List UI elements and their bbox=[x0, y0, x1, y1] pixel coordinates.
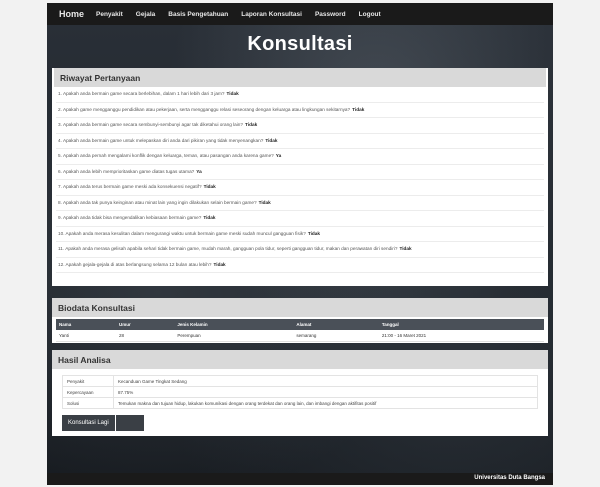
answer-text: Ya bbox=[275, 153, 282, 158]
nav-basis-pengetahuan[interactable]: Basis Pengetahuan bbox=[168, 11, 228, 18]
nav-laporan-konsultasi[interactable]: Laporan Konsultasi bbox=[241, 11, 302, 18]
question-text: 5. Apakah anda pernah mengalami konflik … bbox=[58, 153, 274, 158]
page-title: Konsultasi bbox=[247, 33, 353, 55]
label-penyakit: Penyakit bbox=[62, 375, 114, 387]
question-text: 12. Apakah gejala-gejala di atas berlang… bbox=[58, 261, 212, 267]
answer-text: Tidak bbox=[226, 91, 239, 96]
header-alamat: Alamat bbox=[293, 319, 379, 330]
answer-text: Tidak bbox=[265, 137, 278, 143]
riwayat-panel: Riwayat Pertanyaan 1. Apakah anda bermai… bbox=[52, 68, 548, 286]
question-text: 7. Apakah anda terus bermain game meski … bbox=[58, 184, 202, 189]
table-row: Kepercayaan 87.75% bbox=[62, 386, 538, 398]
list-item: 7. Apakah anda terus bermain game meski … bbox=[56, 180, 544, 196]
list-item: 2. Apakah game mengganggu pendidikan ata… bbox=[56, 103, 544, 118]
biodata-header-row: Nama Umur Jenis Kelamin Alamat Tanggal bbox=[56, 319, 544, 330]
list-item: 4. Apakah anda bermain game untuk melepa… bbox=[56, 134, 544, 149]
question-text: 9. Apakah anda tidak bisa mengendalikan … bbox=[58, 215, 202, 220]
list-item: 6. Apakah anda lebih memprioritaskan gam… bbox=[56, 165, 544, 180]
question-text: 3. Apakah anda bermain game secara sembu… bbox=[58, 122, 244, 127]
cell-tanggal: 21:00 - 16 Maret 2021 bbox=[378, 330, 544, 342]
nav-logout[interactable]: Logout bbox=[359, 11, 381, 18]
list-item: 3. Apakah anda bermain game secara sembu… bbox=[56, 118, 544, 134]
app-frame: Home Penyakit Gejala Basis Pengetahuan L… bbox=[47, 3, 553, 485]
answer-text: Tidak bbox=[399, 246, 412, 251]
question-text: 8. Apakah anda tak punya keinginan atau … bbox=[58, 199, 257, 205]
table-row: Yanti 28 Perempuan semarang 21:00 - 16 M… bbox=[56, 330, 544, 342]
footer-text: Universitas Duta Bangsa bbox=[474, 475, 545, 481]
value-penyakit: Kecanduan Game Tingkat Sedang bbox=[113, 375, 538, 387]
hasil-table: Penyakit Kecanduan Game Tingkat Sedang K… bbox=[62, 375, 538, 409]
nav-password[interactable]: Password bbox=[315, 11, 346, 18]
answer-text: Tidak bbox=[307, 230, 320, 236]
list-item: 5. Apakah anda pernah mengalami konflik … bbox=[56, 149, 544, 165]
label-kepercayaan: Kepercayaan bbox=[62, 386, 114, 398]
footer: Universitas Duta Bangsa bbox=[47, 473, 553, 485]
list-item: 1. Apakah anda bermain game secara berle… bbox=[56, 87, 544, 103]
list-item: 8. Apakah anda tak punya keinginan atau … bbox=[56, 196, 544, 211]
cell-nama: Yanti bbox=[56, 330, 116, 342]
secondary-button[interactable] bbox=[115, 415, 144, 431]
list-item: 12. Apakah gejala-gejala di atas berlang… bbox=[56, 258, 544, 273]
biodata-title: Biodata Konsultasi bbox=[52, 298, 548, 317]
table-row: Solusi Temukan makna dan tujuan hidup, l… bbox=[62, 397, 538, 409]
answer-text: Ya bbox=[196, 168, 202, 174]
biodata-panel: Biodata Konsultasi Nama Umur Jenis Kelam… bbox=[52, 298, 548, 343]
hasil-title: Hasil Analisa bbox=[52, 350, 548, 369]
question-text: 10. Apakah anda merasa kesulitan dalam m… bbox=[58, 230, 306, 236]
cell-alamat: semarang bbox=[293, 330, 379, 342]
question-list: 1. Apakah anda bermain game secara berle… bbox=[52, 87, 548, 273]
value-solusi: Temukan makna dan tujuan hidup, lakukan … bbox=[113, 397, 538, 409]
top-nav: Home Penyakit Gejala Basis Pengetahuan L… bbox=[47, 3, 553, 25]
biodata-table: Nama Umur Jenis Kelamin Alamat Tanggal Y… bbox=[56, 319, 544, 342]
list-item: 9. Apakah anda tidak bisa mengendalikan … bbox=[56, 211, 544, 227]
answer-text: Tidak bbox=[245, 122, 258, 127]
answer-text: Tidak bbox=[258, 199, 271, 205]
hasil-panel: Hasil Analisa Penyakit Kecanduan Game Ti… bbox=[52, 350, 548, 436]
riwayat-title-bar: Riwayat Pertanyaan bbox=[54, 68, 546, 87]
question-text: 2. Apakah game mengganggu pendidikan ata… bbox=[58, 106, 351, 112]
table-row: Penyakit Kecanduan Game Tingkat Sedang bbox=[62, 375, 538, 387]
cell-jenis-kelamin: Perempuan bbox=[174, 330, 294, 342]
answer-text: Tidak bbox=[213, 261, 226, 267]
header-jenis-kelamin: Jenis Kelamin bbox=[174, 319, 294, 330]
nav-home[interactable]: Home bbox=[59, 9, 84, 19]
riwayat-title: Riwayat Pertanyaan bbox=[60, 73, 141, 83]
value-kepercayaan: 87.75% bbox=[113, 386, 538, 398]
question-text: 11. Apakah anda merasa gelisah apabila s… bbox=[58, 246, 398, 251]
question-text: 1. Apakah anda bermain game secara berle… bbox=[58, 91, 225, 96]
button-row: Konsultasi Lagi bbox=[62, 415, 548, 431]
question-text: 4. Apakah anda bermain game untuk melepa… bbox=[58, 137, 264, 143]
answer-text: Tidak bbox=[203, 184, 216, 189]
header-umur: Umur bbox=[115, 319, 175, 330]
list-item: 10. Apakah anda merasa kesulitan dalam m… bbox=[56, 227, 544, 242]
nav-penyakit[interactable]: Penyakit bbox=[96, 11, 123, 18]
answer-text: Tidak bbox=[203, 215, 216, 220]
answer-text: Tidak bbox=[352, 106, 365, 112]
label-solusi: Solusi bbox=[62, 397, 114, 409]
konsultasi-lagi-button[interactable]: Konsultasi Lagi bbox=[62, 415, 115, 431]
question-text: 6. Apakah anda lebih memprioritaskan gam… bbox=[58, 168, 195, 174]
list-item: 11. Apakah anda merasa gelisah apabila s… bbox=[56, 242, 544, 258]
header-tanggal: Tanggal bbox=[378, 319, 544, 330]
header-nama: Nama bbox=[56, 319, 116, 330]
cell-umur: 28 bbox=[115, 330, 175, 342]
nav-gejala[interactable]: Gejala bbox=[136, 11, 156, 18]
